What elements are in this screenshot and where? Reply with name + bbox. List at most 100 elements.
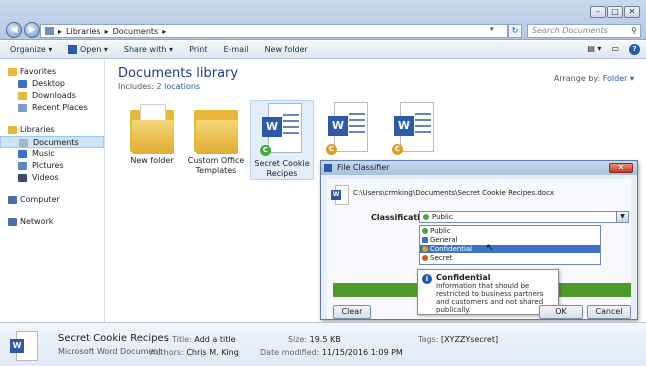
sidebar-item-desktop[interactable]: Desktop <box>0 78 104 90</box>
file-item-document-4[interactable]: W C <box>316 100 380 158</box>
new-folder-button[interactable]: New folder <box>265 45 308 54</box>
word-document-icon: W C <box>326 102 370 156</box>
desktop-icon <box>18 80 27 88</box>
forward-arrow-icon[interactable]: ▶ <box>24 22 40 38</box>
classification-tooltip: i Confidential Information that should b… <box>417 269 559 315</box>
star-icon <box>8 68 17 76</box>
arrange-label: Arrange by: <box>553 74 601 83</box>
search-placeholder: Search Documents <box>532 26 608 35</box>
sidebar-item-label: Favorites <box>20 67 57 76</box>
detail-date-modified: Date modified: 11/15/2016 1:09 PM <box>260 348 403 357</box>
folder-icon <box>194 102 238 154</box>
ok-button[interactable]: OK <box>539 305 583 319</box>
sidebar-item-music[interactable]: Music <box>0 148 104 160</box>
detail-title[interactable]: Title: Add a title <box>172 335 236 344</box>
classification-badge-icon: C <box>392 144 403 155</box>
libraries-folder-icon <box>45 27 54 35</box>
sidebar-item-label: Network <box>20 217 54 226</box>
sidebar-item-pictures[interactable]: Pictures <box>0 160 104 172</box>
refresh-icon[interactable]: ↻ <box>508 24 522 38</box>
downloads-icon <box>18 92 27 100</box>
help-icon[interactable]: ? <box>629 44 640 55</box>
word-icon <box>68 45 78 54</box>
open-button[interactable]: Open ▾ <box>68 45 108 54</box>
sidebar-item-computer[interactable]: Computer <box>0 194 104 206</box>
sidebar-item-label: Libraries <box>20 125 55 134</box>
chevron-down-icon[interactable]: ▼ <box>616 212 628 222</box>
file-item-new-folder[interactable]: New folder <box>120 100 184 166</box>
sidebar-item-libraries[interactable]: Libraries <box>0 124 104 136</box>
locations-link[interactable]: 2 locations <box>157 82 201 91</box>
arrange-by-dropdown[interactable]: Folder ▾ <box>603 74 634 83</box>
sidebar-item-network[interactable]: Network <box>0 216 104 228</box>
dialog-title: File Classifier <box>337 163 390 172</box>
recent-places-icon <box>18 104 27 112</box>
word-document-icon: W <box>10 331 38 361</box>
tooltip-body: Information that should be restricted to… <box>436 282 544 314</box>
sidebar-item-favorites[interactable]: Favorites <box>0 66 104 78</box>
info-icon: i <box>422 274 432 284</box>
option-confidential[interactable]: Confidential ↖ <box>420 244 600 253</box>
detail-tags[interactable]: Tags: [XYZZYsecret] <box>418 335 498 344</box>
selected-classification: Public <box>432 213 453 221</box>
cancel-button[interactable]: Cancel <box>587 305 631 319</box>
sidebar-item-label: Downloads <box>32 91 76 100</box>
option-label: Public <box>430 227 451 235</box>
print-button[interactable]: Print <box>189 45 207 54</box>
sidebar-item-label: Computer <box>20 195 60 204</box>
sidebar-item-recent-places[interactable]: Recent Places <box>0 102 104 114</box>
option-label: Confidential <box>430 245 473 253</box>
file-path: C:\Users\crmking\Documents\Secret Cookie… <box>353 189 555 197</box>
details-pane: W Secret Cookie Recipes Microsoft Word D… <box>0 322 646 366</box>
file-item-custom-office-templates[interactable]: Custom Office Templates <box>184 100 248 176</box>
maximize-button[interactable]: □ <box>607 6 623 18</box>
minimize-button[interactable]: – <box>590 6 606 18</box>
classifier-app-icon <box>324 164 332 172</box>
libraries-icon <box>8 126 17 134</box>
search-input[interactable]: Search Documents ⚲ <box>527 24 641 38</box>
detail-file-name: Secret Cookie Recipes <box>58 333 169 344</box>
back-arrow-icon[interactable]: ◀ <box>6 22 22 38</box>
dialog-title-bar: File Classifier ✕ <box>321 161 637 175</box>
classification-badge-icon: C <box>326 144 337 155</box>
computer-icon <box>8 196 17 204</box>
sidebar-item-documents[interactable]: Documents <box>0 136 104 148</box>
network-icon <box>8 218 17 226</box>
folder-icon <box>130 102 174 154</box>
detail-authors[interactable]: Authors: Chris M. King <box>150 348 239 357</box>
share-with-button[interactable]: Share with ▾ <box>124 45 173 54</box>
secret-dot-icon <box>422 255 428 261</box>
detail-size: Size: 19.5 KB <box>288 335 341 344</box>
sidebar-item-downloads[interactable]: Downloads <box>0 90 104 102</box>
option-secret[interactable]: Secret <box>420 254 600 262</box>
organize-button[interactable]: Organize ▾ <box>10 45 52 54</box>
address-bar[interactable]: ▸ Libraries ▸ Documents ▸ <box>40 24 508 38</box>
close-button[interactable]: ✕ <box>624 6 640 18</box>
dialog-close-button[interactable]: ✕ <box>609 163 633 173</box>
search-icon: ⚲ <box>631 26 637 35</box>
breadcrumb-separator-icon: ▸ <box>104 26 109 36</box>
sidebar-item-label: Music <box>32 149 55 158</box>
view-options-icon[interactable]: ▤ ▾ <box>587 44 601 55</box>
file-item-document-5[interactable]: W C <box>382 100 446 158</box>
classification-select[interactable]: Public ▼ <box>419 211 629 223</box>
address-dropdown-icon[interactable]: ▾ <box>490 25 494 33</box>
general-square-icon <box>422 237 428 243</box>
clear-button[interactable]: Clear <box>333 305 371 319</box>
public-dot-icon <box>422 228 428 234</box>
breadcrumb-documents[interactable]: Documents <box>113 27 159 36</box>
breadcrumb-libraries[interactable]: Libraries <box>66 27 101 36</box>
window-controls: – □ ✕ <box>590 6 640 18</box>
email-button[interactable]: E-mail <box>223 45 248 54</box>
preview-pane-icon[interactable]: ▭ <box>611 44 619 55</box>
confidential-warning-icon <box>422 246 428 252</box>
navigation-pane: Favorites Desktop Downloads Recent Place… <box>0 60 105 322</box>
sidebar-item-videos[interactable]: Videos <box>0 172 104 184</box>
videos-icon <box>18 174 27 182</box>
command-bar: Organize ▾ Open ▾ Share with ▾ Print E-m… <box>0 41 646 59</box>
option-general[interactable]: General <box>420 236 600 244</box>
file-item-secret-cookie-recipes[interactable]: W C Secret Cookie Recipes <box>250 100 314 180</box>
file-label: Secret Cookie Recipes <box>254 159 310 178</box>
library-includes: Includes: 2 locations <box>118 82 200 91</box>
option-public[interactable]: Public <box>420 227 600 235</box>
